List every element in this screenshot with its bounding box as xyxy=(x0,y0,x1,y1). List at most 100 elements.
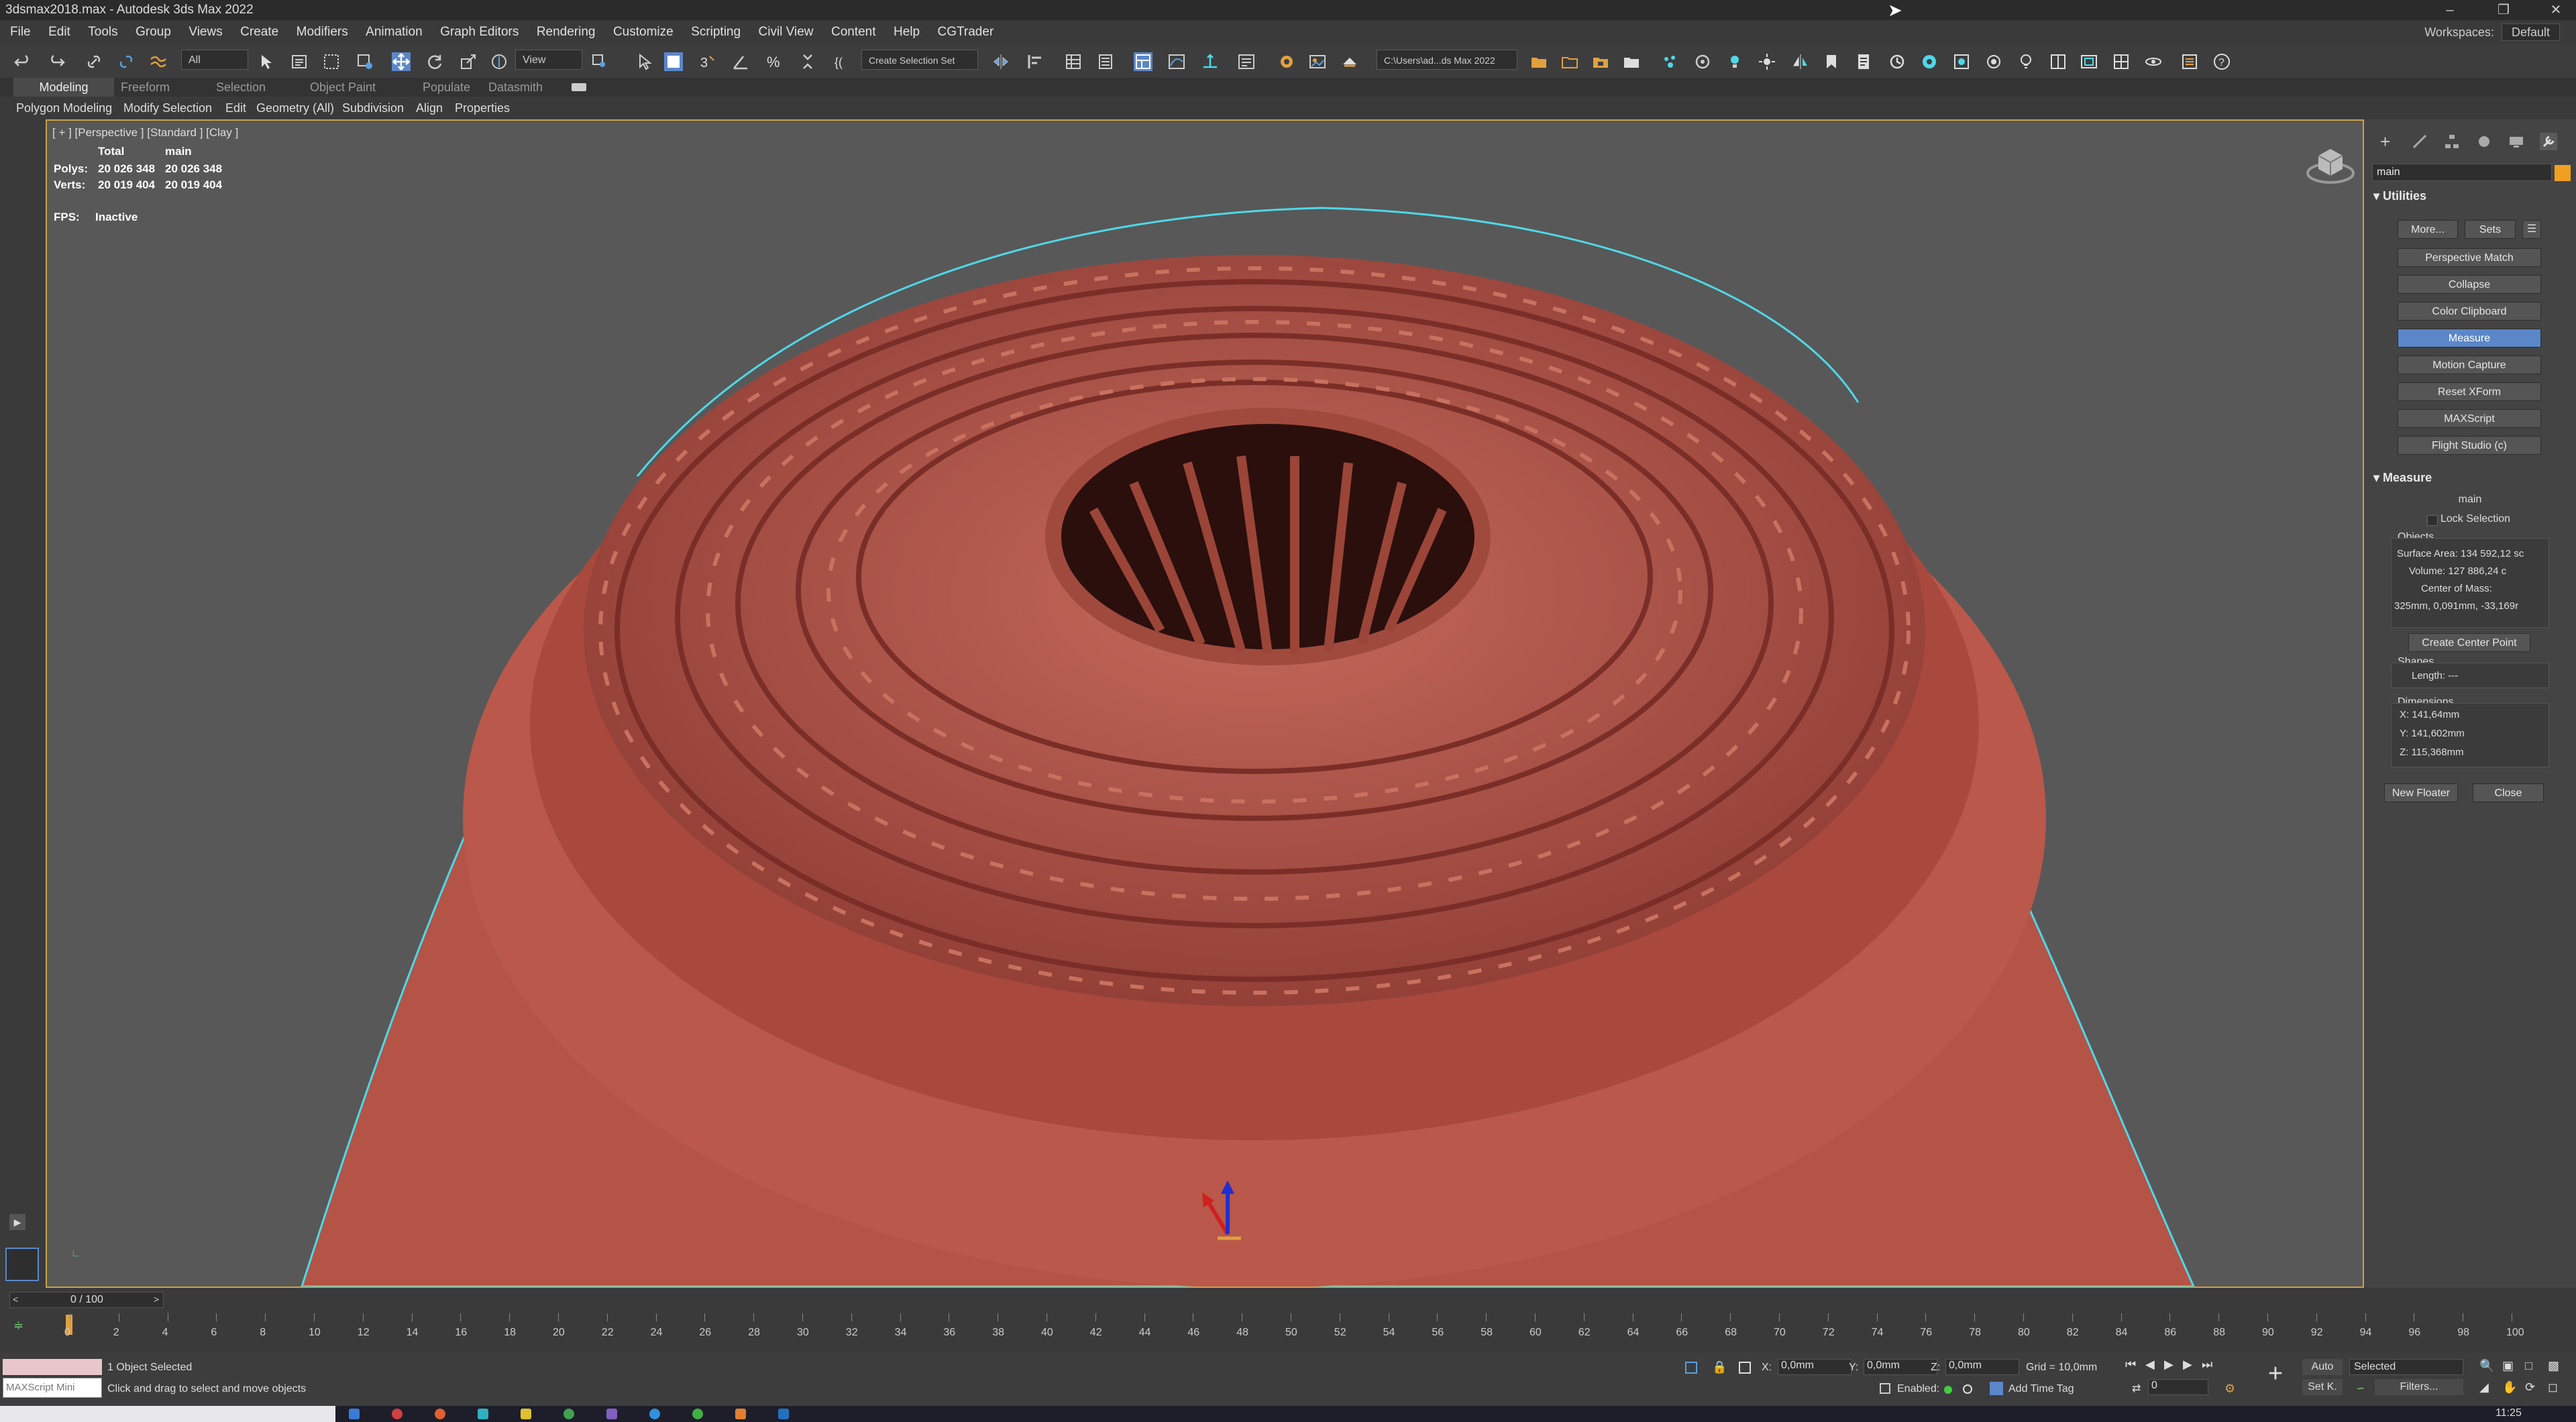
taskbar-app-icon[interactable] xyxy=(778,1409,789,1419)
percent-snap-icon[interactable]: % xyxy=(765,52,784,71)
go-to-end-icon[interactable]: ⏭ xyxy=(2202,1358,2212,1372)
document-icon[interactable] xyxy=(1854,52,1873,71)
menu-animation[interactable]: Animation xyxy=(358,20,430,44)
maxscript-listener-input[interactable] xyxy=(3,1359,102,1375)
taskbar-app-icon[interactable] xyxy=(435,1409,445,1419)
maxscript-mini-listener[interactable]: MAXScript Mini xyxy=(3,1378,102,1398)
window-crossing-icon[interactable] xyxy=(356,52,374,71)
utilities-rollout-header[interactable]: ▾ Utilities xyxy=(2373,189,2426,203)
orbit-nav-icon[interactable]: ⟳ xyxy=(2525,1380,2535,1394)
region-select-icon[interactable] xyxy=(322,52,341,71)
hierarchy-tab-icon[interactable] xyxy=(2443,133,2461,150)
schematic-view-icon[interactable] xyxy=(1201,52,1220,71)
physx-icon[interactable] xyxy=(1693,52,1712,71)
slider-prev-icon[interactable]: < xyxy=(13,1294,18,1305)
panel-modify-selection[interactable]: Modify Selection xyxy=(123,97,212,119)
maximize-viewport-icon[interactable]: ◻ xyxy=(2548,1380,2558,1394)
lock-icon[interactable]: 🔒 xyxy=(1712,1360,1727,1374)
viewport-layout-icon[interactable] xyxy=(2049,52,2068,71)
close-button[interactable]: Close xyxy=(2473,783,2544,802)
modify-tab-icon[interactable] xyxy=(2411,133,2428,150)
taskbar-app-icon[interactable] xyxy=(735,1409,746,1419)
spinner-snap-icon[interactable] xyxy=(798,52,817,71)
render-production-icon[interactable] xyxy=(1340,52,1359,71)
bookmark-icon[interactable] xyxy=(1822,52,1841,71)
help-icon[interactable]: ? xyxy=(2212,52,2231,71)
move-icon[interactable] xyxy=(392,52,411,71)
snaps-toggle-icon[interactable]: 3 xyxy=(698,52,716,71)
edit-named-selection-icon[interactable]: {( xyxy=(833,52,852,71)
menu-create[interactable]: Create xyxy=(233,20,286,44)
select-by-name-icon[interactable] xyxy=(290,52,309,71)
panel-geometry-all[interactable]: Geometry (All) xyxy=(256,97,334,119)
next-frame-icon[interactable]: ▶ xyxy=(2183,1358,2192,1372)
mirror-tool-icon[interactable] xyxy=(1791,52,1810,71)
menu-scripting[interactable]: Scripting xyxy=(684,20,748,44)
menu-file[interactable]: File xyxy=(3,20,38,44)
material-editor-icon[interactable] xyxy=(1237,52,1256,71)
place-icon[interactable] xyxy=(490,52,508,71)
menu-customize[interactable]: Customize xyxy=(606,20,681,44)
ribbon-toggle-icon[interactable] xyxy=(1134,52,1152,71)
undo-icon[interactable] xyxy=(13,52,32,71)
x-coordinate-field[interactable]: 0,0mm xyxy=(1778,1359,1851,1375)
reset-xform-button[interactable]: Reset XForm xyxy=(2398,382,2541,401)
key-filter-dropdown[interactable]: Selected xyxy=(2349,1359,2463,1375)
time-slider[interactable]: < 0 / 100 > xyxy=(9,1292,164,1308)
listener-icon[interactable] xyxy=(2180,52,2199,71)
measure-rollout-header[interactable]: ▾ Measure xyxy=(2373,471,2432,485)
more-button[interactable]: More... xyxy=(2398,220,2458,239)
record-icon[interactable] xyxy=(1963,1384,1972,1394)
panel-properties[interactable]: Properties xyxy=(455,97,510,119)
object-name-field[interactable]: main xyxy=(2372,164,2552,181)
unlink-icon[interactable] xyxy=(117,52,136,71)
menu-content[interactable]: Content xyxy=(824,20,883,44)
menu-graph-editors[interactable]: Graph Editors xyxy=(433,20,526,44)
motion-capture-button[interactable]: Motion Capture xyxy=(2398,356,2541,374)
camera-sequencer-icon[interactable] xyxy=(1888,52,1907,71)
orbit-icon[interactable] xyxy=(2144,52,2163,71)
current-frame-field[interactable]: 0 xyxy=(2148,1379,2208,1395)
configure-sets-icon[interactable]: ☰ xyxy=(2522,220,2541,239)
menu-cgtrader[interactable]: CGTrader xyxy=(930,20,1002,44)
taskbar-app-icon[interactable] xyxy=(392,1409,402,1419)
light-icon[interactable] xyxy=(1725,52,1744,71)
render-setup-icon[interactable] xyxy=(1277,52,1296,71)
utilities-tab-icon[interactable] xyxy=(2540,133,2557,150)
rendered-frame-window-icon[interactable] xyxy=(1308,52,1327,71)
expand-arrow-icon[interactable]: ▶ xyxy=(9,1214,25,1230)
taskbar-app-icon[interactable] xyxy=(478,1409,488,1419)
object-color-swatch[interactable] xyxy=(2555,165,2571,181)
create-tab-icon[interactable]: + xyxy=(2380,133,2398,150)
scale-icon[interactable] xyxy=(459,52,478,71)
y-coordinate-field[interactable]: 0,0mm xyxy=(1864,1359,1937,1375)
collapse-button[interactable]: Collapse xyxy=(2398,275,2541,294)
auto-key-button[interactable]: Auto xyxy=(2302,1359,2343,1375)
arnold-ipr-icon[interactable] xyxy=(1952,52,1971,71)
zoom-extents-all-icon[interactable]: ▩ xyxy=(2548,1359,2559,1373)
perspective-match-button[interactable]: Perspective Match xyxy=(2398,248,2541,267)
keyboard-shortcut-override-icon[interactable] xyxy=(664,52,683,71)
adaptive-degradation-icon[interactable] xyxy=(1880,1383,1890,1394)
zoom-icon[interactable]: 🔍 xyxy=(2479,1359,2494,1373)
viewcube-icon[interactable] xyxy=(2304,144,2357,186)
tab-object-paint[interactable]: Object Paint xyxy=(310,78,376,97)
particle-view-icon[interactable] xyxy=(1661,52,1680,71)
select-object-icon[interactable] xyxy=(258,52,276,71)
taskbar-app-icon[interactable] xyxy=(521,1409,531,1419)
field-of-view-icon[interactable]: ◢ xyxy=(2479,1380,2489,1394)
save-folder-icon[interactable] xyxy=(1591,52,1610,71)
slider-next-icon[interactable]: > xyxy=(154,1294,159,1305)
tab-modeling[interactable]: Modeling xyxy=(13,78,114,97)
panel-subdivision[interactable]: Subdivision xyxy=(342,97,404,119)
lock-selection-checkbox[interactable] xyxy=(2427,515,2438,526)
restore-button[interactable]: ❐ xyxy=(2483,0,2524,20)
taskbar-search-box[interactable] xyxy=(0,1406,335,1422)
safe-frame-icon[interactable] xyxy=(2080,52,2098,71)
taskbar-app-icon[interactable] xyxy=(564,1409,574,1419)
menu-modifiers[interactable]: Modifiers xyxy=(289,20,356,44)
color-clipboard-button[interactable]: Color Clipboard xyxy=(2398,302,2541,321)
key-tangent-icon[interactable]: ∽ xyxy=(2356,1382,2365,1395)
play-icon[interactable]: ▶ xyxy=(2164,1358,2174,1372)
pan-icon[interactable]: ✋ xyxy=(2502,1380,2517,1394)
